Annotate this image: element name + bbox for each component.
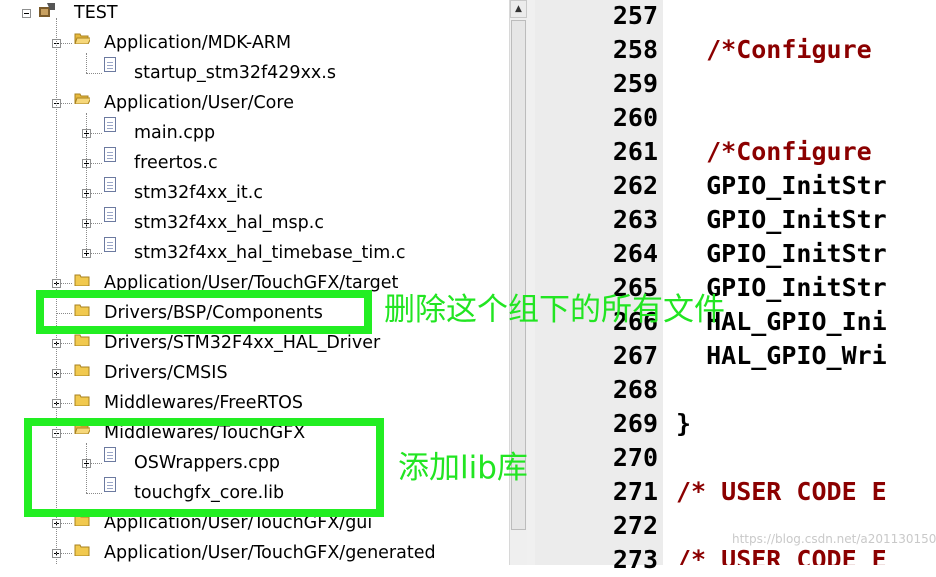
tree-group[interactable]: Application/User/Core bbox=[0, 89, 510, 119]
tree-file[interactable]: main.cpp bbox=[0, 117, 510, 149]
highlight-box-components bbox=[36, 290, 372, 334]
line-number: 273 bbox=[612, 545, 658, 574]
line-number: 259 bbox=[612, 69, 658, 98]
tree-file[interactable]: freertos.c bbox=[0, 147, 510, 179]
tree-item-label: stm32f4xx_hal_timebase_tim.c bbox=[134, 243, 406, 263]
line-number: 267 bbox=[612, 341, 658, 370]
code-line[interactable]: /* USER CODE E bbox=[676, 475, 887, 509]
line-number: 271 bbox=[612, 477, 658, 506]
tree-item-label: stm32f4xx_hal_msp.c bbox=[134, 213, 324, 233]
code-line[interactable]: /* USER CODE E bbox=[676, 543, 887, 565]
tree-item-label: stm32f4xx_it.c bbox=[134, 183, 263, 203]
line-number: 268 bbox=[612, 375, 658, 404]
tree-file[interactable]: stm32f4xx_it.c bbox=[0, 177, 510, 209]
code-line[interactable]: GPIO_InitStr bbox=[676, 203, 887, 237]
project-root-icon bbox=[39, 3, 55, 17]
code-line[interactable]: /*Configure bbox=[676, 135, 872, 169]
tree-item-label: Application/MDK-ARM bbox=[104, 33, 292, 53]
folder-open-icon bbox=[74, 93, 90, 104]
code-line[interactable]: HAL_GPIO_Wri bbox=[676, 339, 887, 373]
folder-icon bbox=[74, 274, 90, 286]
line-number: 258 bbox=[612, 35, 658, 64]
line-number: 257 bbox=[612, 1, 658, 30]
file-icon bbox=[104, 237, 116, 252]
folder-icon bbox=[74, 334, 90, 346]
tree-file[interactable]: startup_stm32f429xx.s bbox=[0, 57, 510, 89]
tree-group[interactable]: Application/MDK-ARM bbox=[0, 29, 510, 59]
tree-guide-line bbox=[86, 113, 87, 253]
folder-icon bbox=[74, 544, 90, 556]
tree-group[interactable]: Application/User/TouchGFX/generated bbox=[0, 539, 510, 565]
tree-item-label: Drivers/CMSIS bbox=[104, 363, 228, 383]
tree-item-label: Application/User/TouchGFX/generated bbox=[104, 543, 436, 563]
folder-icon bbox=[74, 394, 90, 406]
file-icon bbox=[104, 57, 116, 72]
line-number: 269 bbox=[612, 409, 658, 438]
watermark: https://blog.csdn.net/a2011301506 bbox=[732, 532, 936, 546]
panel-splitter[interactable] bbox=[527, 0, 535, 565]
collapse-icon[interactable] bbox=[22, 9, 31, 18]
tree-file[interactable]: stm32f4xx_hal_msp.c bbox=[0, 207, 510, 239]
tree-group[interactable]: Drivers/CMSIS bbox=[0, 359, 510, 389]
delete-note: 删除这个组下的所有文件 bbox=[384, 292, 725, 328]
line-number: 260 bbox=[612, 103, 658, 132]
tree-item-label: startup_stm32f429xx.s bbox=[134, 63, 336, 83]
folder-open-icon bbox=[74, 33, 90, 44]
tree-file[interactable]: stm32f4xx_hal_timebase_tim.c bbox=[0, 237, 510, 269]
line-number: 262 bbox=[612, 171, 658, 200]
file-icon bbox=[104, 207, 116, 222]
tree-root-label: TEST bbox=[74, 3, 118, 23]
add-lib-note: 添加lib库 bbox=[398, 450, 528, 486]
code-line[interactable]: GPIO_InitStr bbox=[676, 169, 887, 203]
tree-group[interactable]: Middlewares/FreeRTOS bbox=[0, 389, 510, 419]
file-icon bbox=[104, 177, 116, 192]
file-icon bbox=[104, 117, 116, 132]
scroll-up-arrow-icon[interactable]: ▲ bbox=[510, 0, 527, 18]
code-line[interactable]: /*Configure bbox=[676, 33, 872, 67]
line-number: 263 bbox=[612, 205, 658, 234]
file-icon bbox=[104, 147, 116, 162]
tree-item-label: freertos.c bbox=[134, 153, 218, 173]
line-number: 272 bbox=[612, 511, 658, 540]
tree-item-label: main.cpp bbox=[134, 123, 216, 143]
line-number: 261 bbox=[612, 137, 658, 166]
tree-root[interactable]: TEST bbox=[0, 0, 510, 29]
code-line[interactable]: } bbox=[676, 407, 691, 441]
code-editor[interactable]: /*Configure /*Configure GPIO_InitStr GPI… bbox=[676, 0, 936, 565]
highlight-box-touchgfx bbox=[24, 418, 384, 517]
tree-guide-line bbox=[86, 73, 102, 74]
tree-item-label: Drivers/STM32F4xx_HAL_Driver bbox=[104, 333, 381, 353]
code-line[interactable]: GPIO_InitStr bbox=[676, 237, 887, 271]
gutter-separator bbox=[663, 0, 676, 565]
tree-item-label: Middlewares/FreeRTOS bbox=[104, 393, 304, 413]
tree-item-label: Application/User/Core bbox=[104, 93, 294, 113]
folder-icon bbox=[74, 364, 90, 376]
tree-guide-line bbox=[86, 53, 87, 73]
line-number: 270 bbox=[612, 443, 658, 472]
line-number: 264 bbox=[612, 239, 658, 268]
